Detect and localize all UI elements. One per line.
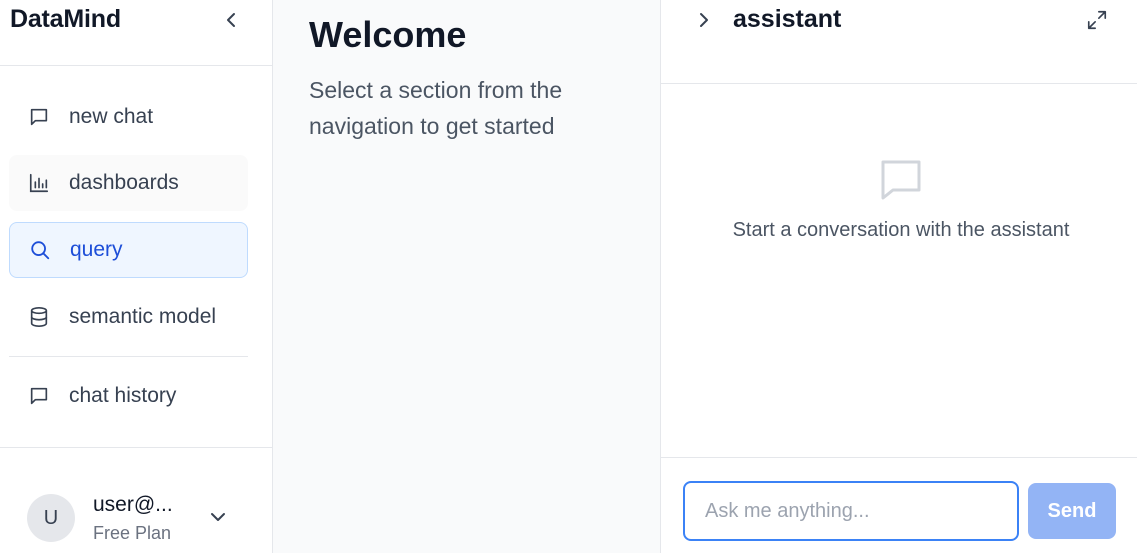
sidebar-item-dashboards[interactable]: dashboards bbox=[9, 155, 248, 211]
collapse-assistant-button[interactable] bbox=[693, 9, 715, 31]
search-icon bbox=[29, 239, 51, 261]
chevron-right-icon bbox=[700, 13, 708, 27]
message-square-icon bbox=[28, 385, 50, 407]
message-square-icon bbox=[881, 160, 921, 200]
sidebar-item-new-chat[interactable]: new chat bbox=[9, 89, 248, 145]
chat-input[interactable] bbox=[683, 481, 1019, 541]
sidebar-header: DataMind bbox=[0, 0, 272, 66]
assistant-title: assistant bbox=[733, 5, 842, 33]
user-menu-button[interactable] bbox=[207, 506, 229, 528]
chat-composer: Send bbox=[661, 457, 1137, 553]
avatar: U bbox=[27, 494, 75, 542]
sidebar-item-label: new chat bbox=[69, 105, 154, 128]
sidebar-item-semantic-model[interactable]: semantic model bbox=[9, 289, 248, 345]
message-square-icon bbox=[28, 106, 50, 128]
sidebar-item-label: chat history bbox=[69, 384, 177, 407]
main-content: Welcome Select a section from the naviga… bbox=[273, 0, 661, 553]
empty-state-message: Start a conversation with the assistant bbox=[732, 219, 1070, 241]
sidebar-item-chat-history[interactable]: chat history bbox=[9, 368, 248, 424]
page-subtitle: Select a section from the navigation to … bbox=[309, 77, 563, 139]
database-icon bbox=[28, 306, 50, 328]
sidebar-item-label: query bbox=[70, 238, 123, 261]
user-name: user@... bbox=[93, 493, 173, 516]
user-profile[interactable]: U user@... Free Plan bbox=[0, 447, 272, 553]
bar-chart-icon bbox=[28, 172, 50, 194]
chevron-left-icon bbox=[227, 13, 235, 27]
maximize-icon bbox=[1087, 10, 1107, 30]
nav-divider bbox=[9, 356, 248, 357]
chevron-down-icon bbox=[211, 513, 225, 521]
sidebar-item-query[interactable]: query bbox=[9, 222, 248, 278]
assistant-header: assistant bbox=[661, 0, 1137, 84]
expand-button[interactable] bbox=[1085, 8, 1109, 32]
user-plan: Free Plan bbox=[93, 523, 172, 543]
page-title: Welcome bbox=[309, 14, 467, 55]
sidebar-item-label: dashboards bbox=[69, 171, 179, 194]
sidebar: DataMind new chat dashboards query seman… bbox=[0, 0, 273, 553]
collapse-sidebar-button[interactable] bbox=[220, 9, 242, 31]
sidebar-item-label: semantic model bbox=[69, 305, 217, 328]
send-button[interactable]: Send bbox=[1028, 483, 1116, 539]
assistant-panel: assistant Start a conversation with the … bbox=[661, 0, 1137, 553]
app-logo-text: DataMind bbox=[10, 5, 121, 33]
